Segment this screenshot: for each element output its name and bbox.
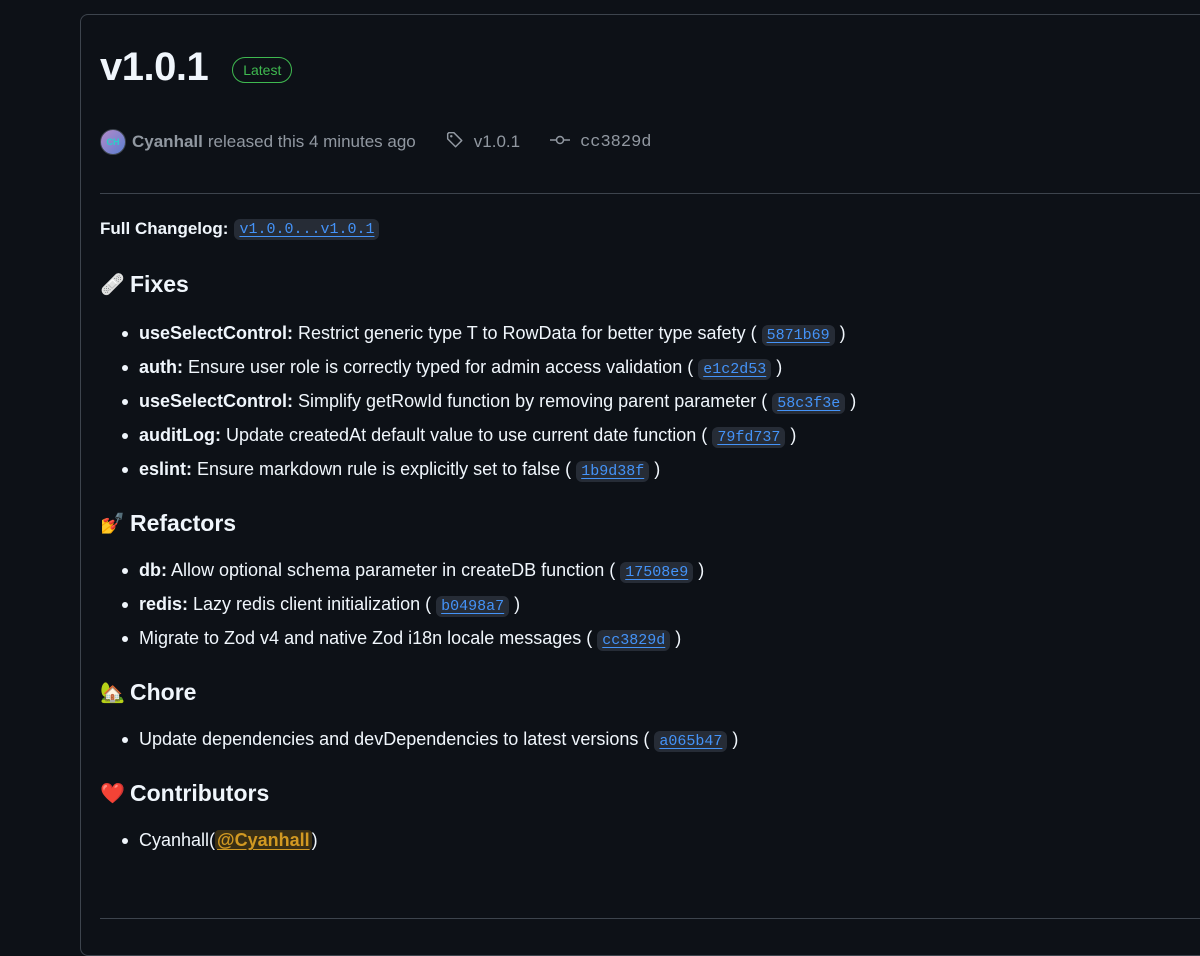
section-title-fixes: Fixes: [130, 271, 189, 297]
item-text: Simplify getRowId function by removing p…: [293, 391, 768, 411]
commit-icon: [550, 132, 571, 152]
release-header: v1.0.1 Latest: [100, 45, 293, 90]
item-text: Lazy redis client initialization (: [188, 594, 432, 614]
commit-hash-link[interactable]: e1c2d53: [698, 359, 772, 380]
fixes-list: useSelectControl: Restrict generic type …: [100, 316, 1180, 486]
list-item: db: Allow optional schema parameter in c…: [100, 553, 1180, 587]
item-scope: redis:: [139, 594, 189, 614]
commit-hash-link[interactable]: 5871b69: [761, 325, 835, 346]
full-changelog-label: Full Changelog:: [100, 219, 229, 238]
item-scope: auth:: [139, 357, 183, 377]
tag-label: v1.0.1: [473, 132, 521, 151]
section-heading-chore: 🏡 Chore: [100, 679, 1180, 706]
item-text: Migrate to Zod v4 and native Zod i18n lo…: [139, 628, 593, 648]
list-item: useSelectControl: Restrict generic type …: [100, 316, 1180, 350]
nail-polish-icon: 💅: [100, 513, 125, 535]
item-scope: eslint:: [139, 459, 193, 479]
list-item: auth: Ensure user role is correctly type…: [100, 350, 1180, 384]
house-icon: 🏡: [100, 682, 125, 704]
full-changelog: Full Changelog: v1.0.0...v1.0.1: [100, 215, 1180, 243]
section-title-chore: Chore: [130, 679, 197, 705]
section-heading-refactors: 💅 Refactors: [100, 510, 1180, 537]
commit-hash-link[interactable]: 79fd737: [712, 427, 786, 448]
contributor-mention-link[interactable]: @Cyanhall: [215, 830, 312, 850]
commit-label: cc3829d: [580, 132, 652, 152]
item-text: Update createdAt default value to use cu…: [220, 425, 708, 445]
commit-hash-link[interactable]: 1b9d38f: [576, 461, 650, 482]
item-scope: useSelectControl:: [139, 391, 294, 411]
item-text: Allow optional schema parameter in creat…: [166, 560, 616, 580]
heart-icon: ❤️: [100, 783, 125, 805]
release-card: v1.0.1 Latest CH Cyanhall released this …: [80, 14, 1200, 956]
refactors-list: db: Allow optional schema parameter in c…: [100, 553, 1180, 655]
item-text: Update dependencies and devDependencies …: [139, 729, 650, 749]
list-item: eslint: Ensure markdown rule is explicit…: [100, 452, 1180, 486]
item-scope: useSelectControl:: [139, 323, 294, 343]
item-scope: auditLog:: [139, 425, 221, 445]
list-item: useSelectControl: Simplify getRowId func…: [100, 384, 1180, 418]
section-heading-fixes: 🩹 Fixes: [100, 271, 1180, 298]
author-link[interactable]: Cyanhall: [132, 132, 203, 152]
item-text: Ensure markdown rule is explicitly set t…: [192, 459, 572, 479]
commit-hash-link[interactable]: 58c3f3e: [772, 393, 846, 414]
tag-icon: [446, 131, 464, 154]
item-text: Restrict generic type T to RowData for b…: [293, 323, 757, 343]
latest-badge: Latest: [232, 56, 293, 83]
contributor-name: Cyanhall(: [139, 830, 216, 850]
released-time-text: released this 4 minutes ago: [207, 132, 416, 151]
changelog-compare-link[interactable]: v1.0.0...v1.0.1: [234, 218, 380, 240]
commit-hash-link[interactable]: 17508e9: [620, 562, 694, 583]
commit-link[interactable]: cc3829d: [550, 132, 652, 152]
header-divider: [100, 193, 1200, 194]
list-item: auditLog: Update createdAt default value…: [100, 418, 1180, 452]
release-notes: Full Changelog: v1.0.0...v1.0.1 🩹 Fixes …: [100, 215, 1180, 857]
footer-divider: [100, 918, 1200, 919]
section-title-refactors: Refactors: [130, 510, 237, 536]
chore-list: Update dependencies and devDependencies …: [100, 722, 1180, 756]
release-meta: CH Cyanhall released this 4 minutes ago …: [100, 129, 652, 155]
author-avatar[interactable]: CH: [100, 129, 126, 155]
contributors-list: Cyanhall(@Cyanhall): [100, 823, 1180, 857]
item-scope: db:: [139, 560, 167, 580]
list-item: Update dependencies and devDependencies …: [100, 722, 1180, 756]
tag-link[interactable]: v1.0.1: [446, 131, 520, 154]
item-text: Ensure user role is correctly typed for …: [183, 357, 694, 377]
contributor-close-paren: ): [311, 830, 318, 850]
list-item: Cyanhall(@Cyanhall): [100, 823, 1180, 857]
list-item: redis: Lazy redis client initialization …: [100, 587, 1180, 621]
commit-hash-link[interactable]: cc3829d: [597, 630, 671, 651]
section-heading-contributors: ❤️ Contributors: [100, 780, 1180, 807]
commit-hash-link[interactable]: a065b47: [654, 731, 728, 752]
bandage-icon: 🩹: [100, 274, 125, 296]
section-title-contributors: Contributors: [130, 780, 270, 806]
release-title[interactable]: v1.0.1: [100, 45, 209, 90]
list-item: Migrate to Zod v4 and native Zod i18n lo…: [100, 621, 1180, 655]
commit-hash-link[interactable]: b0498a7: [436, 596, 510, 617]
